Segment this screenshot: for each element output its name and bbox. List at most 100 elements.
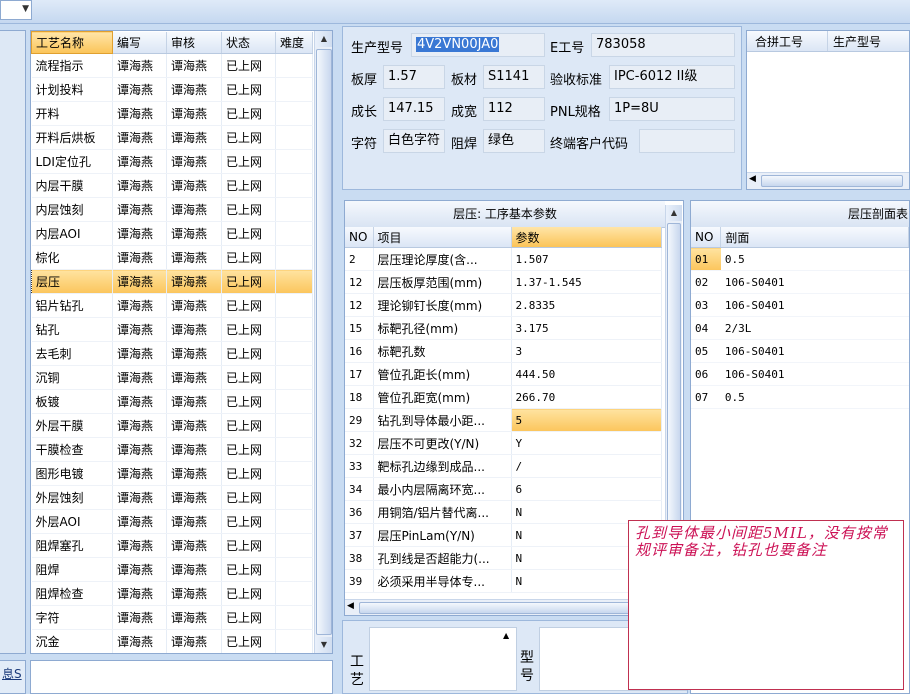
process-row[interactable]: 阻焊检查 谭海燕 谭海燕 已上网 bbox=[31, 581, 313, 606]
process-cell[interactable]: 谭海燕 bbox=[167, 654, 222, 655]
process-cell[interactable] bbox=[275, 293, 313, 318]
combined-job-column-header[interactable]: 合拼工号 bbox=[755, 33, 803, 50]
process-row[interactable]: 计划投料 谭海燕 谭海燕 已上网 bbox=[31, 77, 313, 102]
scrollbar-thumb[interactable] bbox=[316, 49, 332, 635]
process-cell[interactable]: 已上网 bbox=[221, 197, 276, 222]
process-cell[interactable]: 谭海燕 bbox=[112, 341, 167, 366]
process-row[interactable]: 沉铜 谭海燕 谭海燕 已上网 bbox=[31, 365, 313, 390]
process-cell[interactable]: 棕化 bbox=[31, 245, 113, 270]
param-value[interactable]: 6 bbox=[511, 477, 662, 501]
process-row[interactable]: 沉金 谭海燕 谭海燕 已上网 bbox=[31, 629, 313, 653]
process-cell[interactable] bbox=[275, 197, 313, 222]
e-number-field[interactable]: 783058 bbox=[591, 33, 735, 57]
process-cell[interactable]: 已上网 bbox=[221, 509, 276, 534]
process-cell[interactable]: 谭海燕 bbox=[166, 581, 222, 606]
process-cell[interactable]: 谭海燕 bbox=[112, 53, 167, 78]
process-cell[interactable]: 已上网 bbox=[221, 101, 276, 126]
process-column-header[interactable]: 审核 bbox=[166, 31, 222, 54]
scroll-left-icon[interactable]: ◀ bbox=[749, 174, 756, 184]
process-cell[interactable]: 阻焊塞孔 bbox=[31, 533, 113, 558]
process-row[interactable]: 外层干膜 谭海燕 谭海燕 已上网 bbox=[31, 413, 313, 438]
process-cell[interactable]: 谭海燕 bbox=[112, 245, 167, 270]
params-row[interactable]: 2 层压理论厚度(含... 1.507 bbox=[345, 247, 662, 271]
process-cell[interactable]: 开料 bbox=[31, 101, 113, 126]
material-field[interactable]: S1141 bbox=[483, 65, 545, 89]
profile-row[interactable]: 05 106-S0401 bbox=[691, 339, 909, 363]
params-row[interactable]: 37 层压PinLam(Y/N) N bbox=[345, 523, 662, 547]
process-cell[interactable] bbox=[275, 221, 313, 246]
process-cell[interactable]: 内层干膜 bbox=[31, 173, 113, 198]
process-cell[interactable]: 谭海燕 bbox=[112, 629, 167, 653]
process-grid-scrollbar[interactable]: ▲ ▼ bbox=[314, 31, 332, 653]
params-column-header[interactable]: 项目 bbox=[373, 227, 512, 248]
params-row[interactable]: 12 理论铆钉长度(mm) 2.8335 bbox=[345, 293, 662, 317]
process-row[interactable]: 铝片钻孔 谭海燕 谭海燕 已上网 bbox=[31, 293, 313, 318]
process-cell[interactable]: 谭海燕 bbox=[112, 125, 167, 150]
process-cell[interactable]: 已上网 bbox=[221, 125, 276, 150]
process-cell[interactable]: 谭海燕 bbox=[112, 77, 167, 102]
process-cell[interactable]: 谭海燕 bbox=[112, 317, 167, 342]
process-cell[interactable] bbox=[275, 557, 313, 582]
process-cell[interactable]: 已上网 bbox=[221, 557, 276, 582]
params-row[interactable]: 18 管位孔距宽(mm) 266.70 bbox=[345, 385, 662, 409]
process-cell[interactable]: 已上网 bbox=[221, 53, 276, 78]
params-row[interactable]: 36 用铜箔/铝片替代离... N bbox=[345, 500, 662, 524]
process-column-header[interactable]: 难度 bbox=[275, 31, 313, 54]
process-cell[interactable]: 已上网 bbox=[221, 485, 276, 510]
process-row[interactable]: 层压 谭海燕 谭海燕 已上网 bbox=[31, 269, 313, 294]
process-cell[interactable]: 已上网 bbox=[221, 149, 276, 174]
process-cell[interactable]: 层压 bbox=[31, 269, 113, 294]
profile-row[interactable]: 04 2/3L bbox=[691, 316, 909, 340]
pnl-spec-field[interactable]: 1P=8U bbox=[609, 97, 735, 121]
process-cell[interactable]: 谭海燕 bbox=[112, 557, 167, 582]
process-column-header[interactable]: 工艺名称 bbox=[31, 31, 113, 54]
process-cell[interactable] bbox=[275, 629, 313, 653]
process-cell[interactable]: 字符 bbox=[31, 605, 113, 630]
legend-field[interactable]: 白色字符 bbox=[383, 129, 445, 153]
process-cell[interactable]: 谭海燕 bbox=[166, 533, 222, 558]
params-row[interactable]: 39 必须采用半导体专... N bbox=[345, 569, 662, 593]
process-cell[interactable]: 谭海燕 bbox=[112, 461, 167, 486]
params-row[interactable]: 16 标靶孔数 3 bbox=[345, 339, 662, 363]
process-cell[interactable]: 谭海燕 bbox=[112, 365, 167, 390]
process-cell[interactable]: 谭海燕 bbox=[112, 197, 167, 222]
process-cell[interactable] bbox=[275, 413, 313, 438]
process-cell[interactable]: 外层AOI bbox=[31, 509, 113, 534]
process-cell[interactable]: 板镀 bbox=[31, 389, 113, 414]
process-row[interactable]: 棕化 谭海燕 谭海燕 已上网 bbox=[31, 245, 313, 270]
params-row[interactable]: 38 孔到线是否超能力(... N bbox=[345, 546, 662, 570]
process-cell[interactable]: 沉铜 bbox=[31, 365, 113, 390]
process-cell[interactable]: 沉金 bbox=[31, 629, 113, 653]
process-cell[interactable]: 已上网 bbox=[221, 413, 276, 438]
scroll-up-icon[interactable]: ▲ bbox=[315, 31, 332, 47]
process-cell[interactable] bbox=[275, 461, 313, 486]
scrollbar-thumb[interactable] bbox=[359, 602, 641, 614]
process-row[interactable]: 干膜检查 谭海燕 谭海燕 已上网 bbox=[31, 437, 313, 462]
process-row[interactable]: 板镀 谭海燕 谭海燕 已上网 bbox=[31, 389, 313, 414]
production-model-field[interactable]: 4V2VN00JA0 bbox=[411, 33, 545, 57]
scroll-up-icon[interactable]: ▲ bbox=[666, 205, 682, 221]
profile-row[interactable]: 01 0.5 bbox=[691, 247, 909, 271]
process-column-header[interactable]: 状态 bbox=[221, 31, 276, 54]
process-cell[interactable]: 谭海燕 bbox=[166, 221, 222, 246]
process-cell[interactable]: 谭海燕 bbox=[166, 341, 222, 366]
process-cell[interactable]: 谭海燕 bbox=[166, 461, 222, 486]
process-cell[interactable]: 谭海燕 bbox=[166, 365, 222, 390]
params-row[interactable]: 12 层压板厚范围(mm) 1.37-1.545 bbox=[345, 270, 662, 294]
process-cell[interactable]: 计划投料 bbox=[31, 77, 113, 102]
params-hscrollbar[interactable]: ◀ bbox=[345, 599, 665, 615]
process-cell[interactable]: 已上网 bbox=[221, 365, 276, 390]
process-cell[interactable]: 谭海燕 bbox=[112, 533, 167, 558]
process-cell[interactable]: 阻抗测试 bbox=[32, 654, 113, 655]
process-cell[interactable] bbox=[275, 341, 313, 366]
process-cell[interactable]: 谭海燕 bbox=[166, 149, 222, 174]
process-description-box[interactable] bbox=[30, 660, 333, 694]
params-row[interactable]: 17 管位孔距长(mm) 444.50 bbox=[345, 362, 662, 386]
process-cell[interactable]: 已上网 bbox=[221, 461, 276, 486]
process-cell[interactable]: 已上网 bbox=[221, 389, 276, 414]
process-row[interactable]: 内层AOI 谭海燕 谭海燕 已上网 bbox=[31, 221, 313, 246]
param-value[interactable]: 3.175 bbox=[511, 316, 662, 340]
process-cell[interactable] bbox=[275, 437, 313, 462]
profile-row[interactable]: 03 106-S0401 bbox=[691, 293, 909, 317]
profile-column-header[interactable]: 剖面 bbox=[720, 227, 909, 248]
